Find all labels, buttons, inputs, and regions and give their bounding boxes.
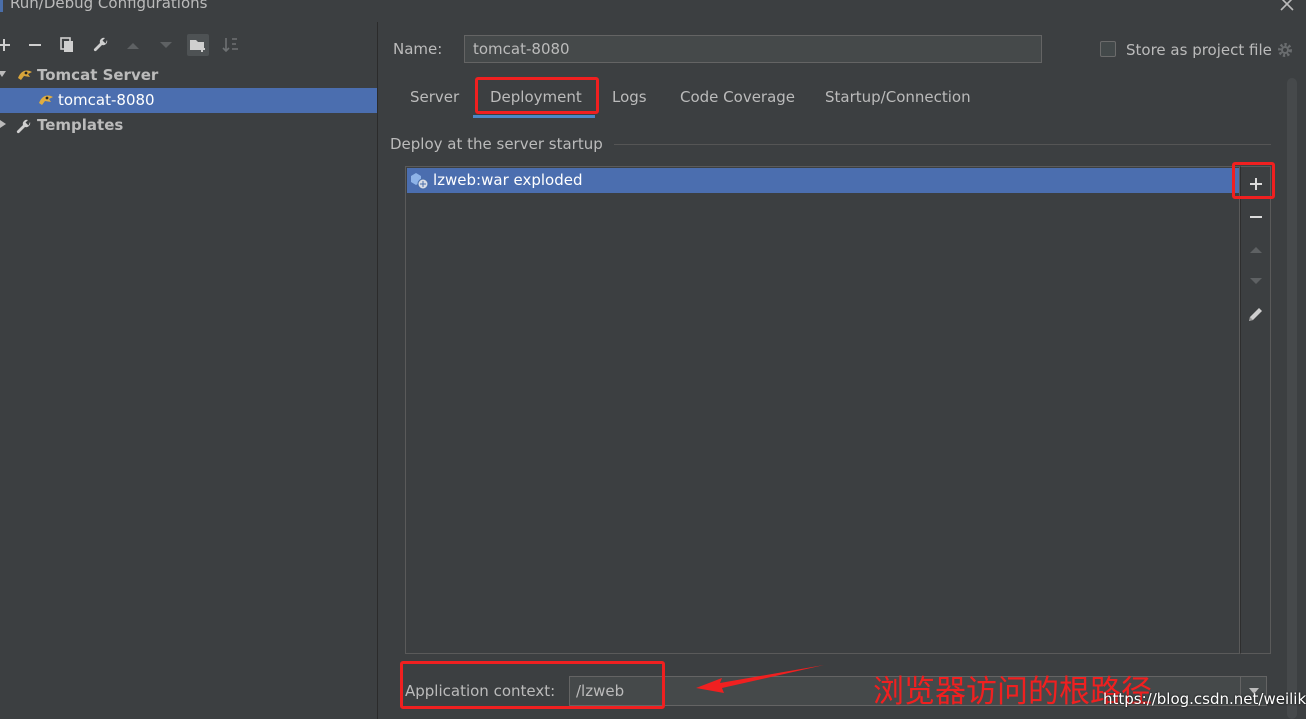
- application-context-label: Application context:: [405, 682, 556, 700]
- tree-item-tomcat-server[interactable]: Tomcat Server: [0, 63, 377, 88]
- move-up-button[interactable]: [1245, 239, 1267, 261]
- tab-deployment[interactable]: Deployment: [473, 80, 595, 118]
- tab-logs[interactable]: Logs: [612, 80, 650, 116]
- add-deployment-button[interactable]: [1245, 173, 1267, 195]
- remove-icon: [1250, 216, 1262, 218]
- sort-icon: [222, 38, 238, 53]
- deploy-section-title: Deploy at the server startup: [390, 135, 611, 153]
- remove-icon: [29, 44, 41, 46]
- remove-configuration-button[interactable]: [24, 34, 46, 56]
- tab-deployment-label: Deployment: [490, 88, 582, 106]
- list-item[interactable]: lzweb:war exploded: [407, 168, 1239, 193]
- name-input[interactable]: [464, 35, 1042, 63]
- copy-icon: [60, 37, 73, 52]
- title-bar: Run/Debug Configurations: [0, 0, 1306, 22]
- tree-templates-label: Templates: [37, 116, 124, 134]
- add-configuration-button[interactable]: [0, 34, 15, 56]
- tab-logs-label: Logs: [612, 88, 647, 106]
- move-up-button[interactable]: [122, 34, 144, 56]
- remove-deployment-button[interactable]: [1245, 206, 1267, 228]
- close-icon: [1280, 0, 1294, 11]
- tab-server-label: Server: [410, 88, 460, 106]
- edit-deployment-button[interactable]: [1245, 303, 1267, 325]
- watermark: https://blog.csdn.net/weilikk: [1103, 690, 1306, 708]
- tree-group-label: Tomcat Server: [37, 66, 159, 84]
- move-down-button[interactable]: [155, 34, 177, 56]
- tab-startup-connection-label: Startup/Connection: [825, 88, 971, 106]
- close-button[interactable]: [1276, 0, 1298, 16]
- chevron-right-icon: [0, 120, 6, 128]
- tree-child-label: tomcat-8080: [58, 91, 155, 109]
- configurations-sidebar: Tomcat Server tomcat-8080 Templates: [0, 22, 378, 719]
- tab-server[interactable]: Server: [410, 80, 460, 116]
- pencil-icon: [1249, 308, 1262, 321]
- move-down-button[interactable]: [1245, 270, 1267, 292]
- wrench-icon: [93, 37, 108, 52]
- deployment-list[interactable]: lzweb:war exploded: [405, 166, 1240, 654]
- wrench-icon: [16, 119, 31, 134]
- section-divider: [614, 144, 1271, 145]
- deployment-item-label: lzweb:war exploded: [433, 171, 583, 189]
- store-as-project-file-label[interactable]: Store as project file: [1126, 41, 1272, 59]
- tab-code-coverage-label: Code Coverage: [680, 88, 796, 106]
- add-icon: [1250, 178, 1262, 190]
- store-as-project-file-checkbox[interactable]: [1100, 41, 1116, 57]
- vertical-scrollbar[interactable]: [1287, 78, 1297, 719]
- tomcat-icon: [18, 70, 32, 80]
- add-icon: [0, 39, 10, 51]
- move-down-icon: [160, 42, 172, 48]
- sort-configurations-button[interactable]: [220, 34, 242, 56]
- name-label: Name:: [393, 40, 443, 58]
- config-tabs: Server Deployment Logs Code Coverage Sta…: [393, 80, 1283, 118]
- run-debug-configurations-dialog: Run/Debug Configurations Tomcat Server t…: [0, 0, 1306, 719]
- create-folder-button[interactable]: [187, 34, 209, 56]
- sidebar-toolbar: [0, 32, 377, 58]
- artifact-icon: [411, 173, 429, 190]
- move-up-icon: [127, 43, 139, 49]
- tomcat-icon: [39, 95, 53, 105]
- chevron-down-icon: [0, 71, 6, 77]
- title-accent: [0, 0, 3, 12]
- deployment-side-toolbar: [1240, 166, 1271, 654]
- tree-item-templates[interactable]: Templates: [0, 113, 377, 138]
- move-up-icon: [1250, 247, 1262, 253]
- configuration-editor: Name: Store as project file Server Deplo…: [378, 22, 1306, 719]
- edit-defaults-button[interactable]: [90, 34, 112, 56]
- active-tab-underline: [473, 115, 595, 118]
- window-title: Run/Debug Configurations: [10, 0, 208, 12]
- tab-startup-connection[interactable]: Startup/Connection: [825, 80, 975, 116]
- move-down-icon: [1250, 278, 1262, 284]
- gear-icon[interactable]: [1276, 41, 1294, 59]
- copy-configuration-button[interactable]: [56, 34, 78, 56]
- tree-item-tomcat-8080[interactable]: tomcat-8080: [0, 88, 377, 113]
- folder-icon: [190, 40, 205, 52]
- tab-code-coverage[interactable]: Code Coverage: [680, 80, 798, 116]
